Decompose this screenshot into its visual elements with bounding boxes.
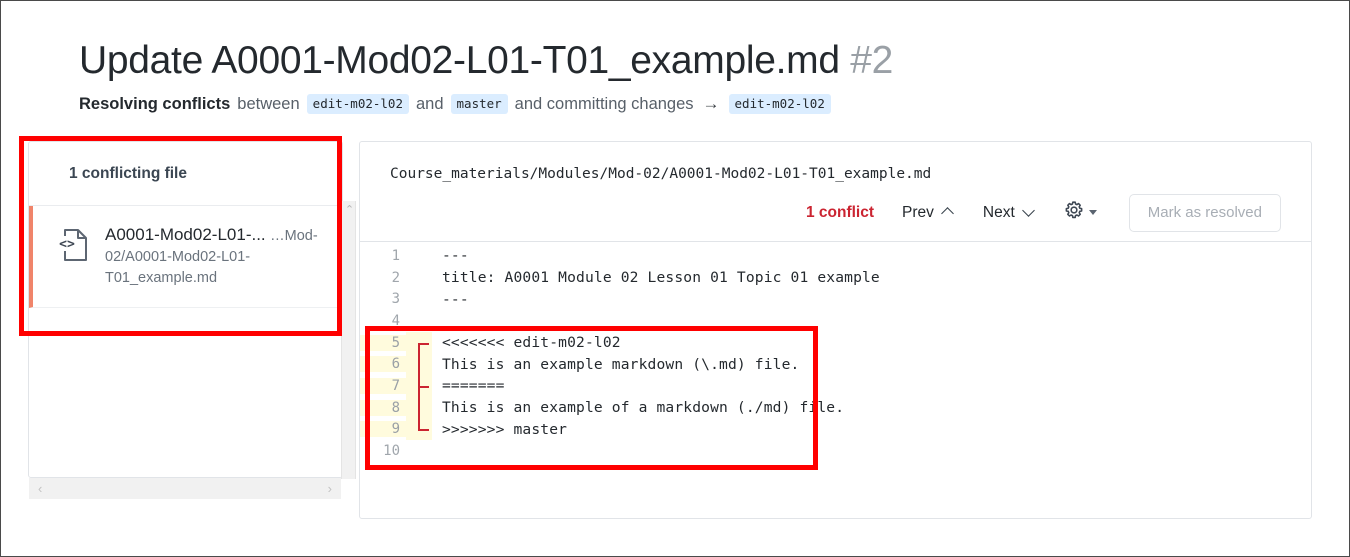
code-line[interactable]: 2 title: A0001 Module 02 Lesson 01 Topic … [360, 267, 1311, 289]
branch-chip-target[interactable]: master [450, 94, 508, 114]
line-number: 4 [391, 312, 400, 329]
file-entry-name: A0001-Mod02-L01-... [105, 225, 266, 244]
subtitle-resolving-conflicts: Resolving conflicts [79, 95, 231, 113]
list-item[interactable]: <> A0001-Mod02-L01-... …Mod-02/A0001-Mod… [29, 206, 342, 308]
page-root: Update A0001-Mod02-L01-T01_example.md #2… [0, 0, 1350, 557]
code-line[interactable]: 1 --- [360, 245, 1311, 267]
line-number: 7 [360, 377, 406, 394]
code-line[interactable]: 8 This is an example of a markdown (./md)… [360, 396, 1311, 419]
pull-request-title: Update A0001-Mod02-L01-T01_example.md [79, 39, 840, 82]
next-conflict-label: Next [982, 203, 1015, 221]
line-number: 6 [360, 356, 406, 373]
conflict-marker-gutter [406, 310, 432, 332]
prev-conflict-label: Prev [902, 203, 934, 221]
code-line[interactable]: 7 ======= [360, 375, 1311, 397]
conflict-marker-gutter [406, 267, 432, 289]
line-number: 9 [360, 421, 406, 438]
page-subtitle: Resolving conflicts between edit-m02-l02… [79, 93, 893, 115]
pull-request-number: #2 [850, 39, 894, 82]
page-header: Update A0001-Mod02-L01-T01_example.md #2… [79, 37, 893, 115]
code-file-icon: <> [59, 228, 89, 267]
scroll-right-icon[interactable]: › [328, 482, 332, 495]
scroll-up-icon[interactable]: ⌃ [342, 204, 357, 216]
prev-conflict-button[interactable]: Prev [902, 204, 955, 222]
conflict-bracket-tick-sep [418, 386, 429, 389]
conflict-editor-panel: Course_materials/Modules/Mod-02/A0001-Mo… [359, 141, 1312, 519]
code-line-text: --- [442, 290, 469, 308]
line-number: 2 [391, 269, 400, 286]
chevron-up-icon [942, 208, 955, 217]
code-line-text: This is an example of a markdown (./md) … [442, 399, 845, 417]
conflict-marker-gutter [406, 440, 432, 462]
code-line[interactable]: 5 <<<<<<< edit-m02-l02 [360, 331, 1311, 354]
conflict-marker-gutter [406, 288, 432, 310]
conflicting-files-panel: 1 conflicting file <> A0001-Mod02-L01-..… [28, 141, 356, 499]
editor-toolbar: 1 conflict Prev Next Mark as resolved [360, 184, 1311, 242]
code-line-text: This is an example markdown (\.md) file. [442, 355, 800, 373]
mark-as-resolved-button[interactable]: Mark as resolved [1128, 193, 1281, 232]
line-number: 1 [391, 247, 400, 264]
arrow-right-icon: → [702, 94, 720, 113]
line-number: 8 [360, 399, 406, 416]
code-line-text: <<<<<<< edit-m02-l02 [442, 334, 621, 352]
code-line[interactable]: 9 >>>>>>> master [360, 418, 1311, 441]
code-line[interactable]: 10 [360, 440, 1311, 462]
code-line-text: --- [442, 247, 469, 265]
code-line-text: title: A0001 Module 02 Lesson 01 Topic 0… [442, 269, 880, 287]
line-number: 5 [360, 334, 406, 351]
conflict-marker-gutter [406, 245, 432, 267]
line-number: 10 [383, 443, 400, 460]
conflict-bracket-tick-start [418, 342, 429, 345]
code-line-text: >>>>>>> master [442, 420, 568, 438]
editor-file-path: Course_materials/Modules/Mod-02/A0001-Mo… [390, 166, 932, 182]
file-entry-text: A0001-Mod02-L01-... …Mod-02/A0001-Mod02-… [105, 224, 328, 289]
subtitle-and: and [415, 95, 444, 113]
subtitle-committing-changes: and committing changes [514, 95, 694, 113]
subtitle-between: between [237, 95, 300, 113]
svg-text:<>: <> [59, 237, 75, 252]
conflict-count-label: 1 conflict [805, 203, 875, 221]
line-number: 3 [391, 291, 400, 308]
code-line-text: ======= [442, 377, 505, 395]
sidebar-vertical-scrollbar[interactable]: ⌃ [341, 201, 356, 479]
code-line[interactable]: 6 This is an example markdown (\.md) file… [360, 353, 1311, 376]
next-conflict-button[interactable]: Next [983, 204, 1036, 222]
chevron-down-icon [1023, 208, 1036, 217]
conflict-code-view[interactable]: 1 --- 2 title: A0001 Module 02 Lesson 01 To… [360, 242, 1311, 462]
branch-chip-commit-target[interactable]: edit-m02-l02 [728, 94, 831, 114]
caret-down-icon [1088, 210, 1097, 215]
editor-settings-button[interactable] [1064, 200, 1097, 225]
branch-chip-source[interactable]: edit-m02-l02 [306, 94, 409, 114]
page-title: Update A0001-Mod02-L01-T01_example.md #2 [79, 37, 893, 85]
code-line[interactable]: 4 [360, 310, 1311, 332]
conflict-bracket-tick-end [418, 429, 429, 432]
scroll-left-icon[interactable]: ‹ [38, 482, 42, 495]
conflicting-file-list: <> A0001-Mod02-L01-... …Mod-02/A0001-Mod… [29, 206, 342, 308]
gear-icon [1064, 200, 1084, 225]
conflicting-files-heading: 1 conflicting file [29, 142, 342, 206]
editor-header: Course_materials/Modules/Mod-02/A0001-Mo… [360, 142, 1311, 184]
sidebar-horizontal-scrollbar[interactable]: ‹ › [29, 478, 341, 499]
code-line[interactable]: 3 --- [360, 288, 1311, 310]
